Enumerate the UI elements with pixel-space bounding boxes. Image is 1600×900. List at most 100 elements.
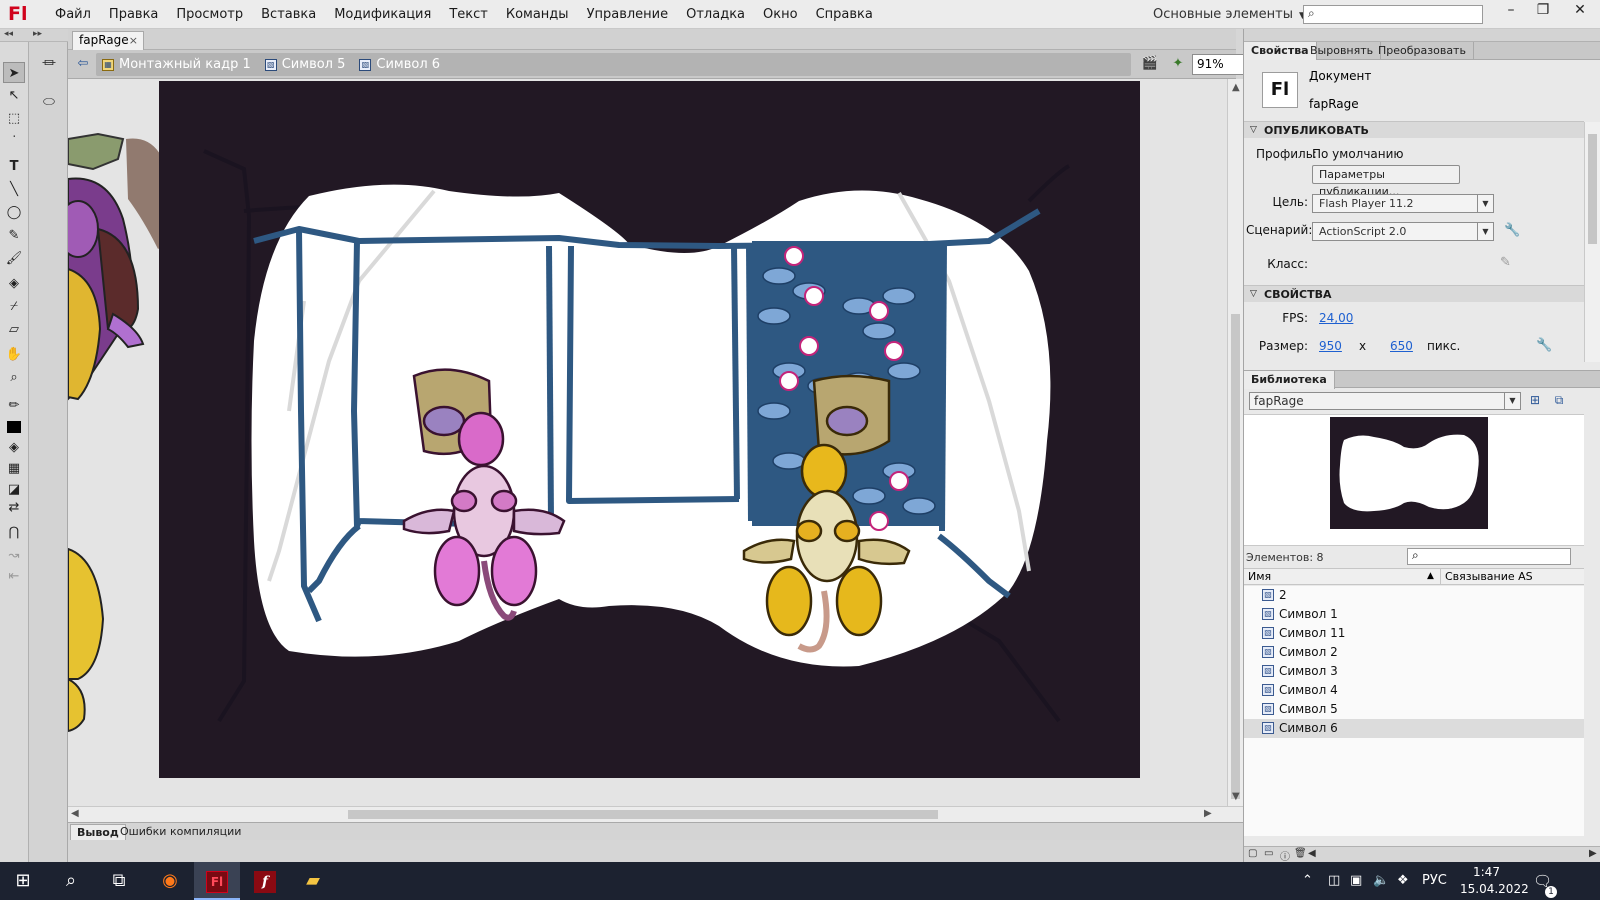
- breadcrumb-scene[interactable]: ▦ Монтажный кадр 1: [102, 57, 251, 72]
- properties-scrollbar[interactable]: [1584, 122, 1600, 362]
- file-explorer-icon[interactable]: ▰: [290, 862, 336, 900]
- stage-canvas[interactable]: [159, 81, 1140, 778]
- list-item[interactable]: ▧ 2: [1244, 586, 1584, 605]
- breadcrumb-symbol-6[interactable]: ▧ Символ 6: [359, 57, 440, 72]
- volume-icon[interactable]: 🔈: [1373, 862, 1389, 900]
- text-tool-icon[interactable]: T: [3, 156, 25, 177]
- list-item[interactable]: ▧ Символ 1: [1244, 605, 1584, 624]
- stage-vertical-scrollbar[interactable]: ▲ ▼: [1227, 79, 1243, 806]
- paint-bucket-tool-icon[interactable]: ◈: [3, 273, 25, 294]
- flash-app-icon[interactable]: Fl: [194, 862, 240, 900]
- scroll-right-icon[interactable]: ▶: [1204, 808, 1212, 819]
- fill-color-swatch[interactable]: [3, 416, 25, 437]
- swatch-grid-icon[interactable]: ▦: [3, 458, 25, 479]
- list-item[interactable]: ▧ Символ 4: [1244, 681, 1584, 700]
- oval-tool-icon[interactable]: ◯: [3, 202, 25, 223]
- new-symbol-icon[interactable]: ▢: [1248, 848, 1257, 859]
- brush-tool-icon[interactable]: 🖌: [3, 248, 25, 269]
- line-tool-icon[interactable]: ╲: [3, 179, 25, 200]
- scroll-up-icon[interactable]: ▲: [1232, 82, 1240, 93]
- properties-icon[interactable]: ⓘ: [1280, 848, 1290, 863]
- tray-overflow-icon[interactable]: ⌃: [1302, 862, 1313, 900]
- swap-colors-icon[interactable]: ⇄: [3, 497, 25, 518]
- scroll-right-icon[interactable]: ▶: [1589, 848, 1597, 859]
- column-linkage[interactable]: Связывание AS: [1440, 569, 1533, 584]
- target-select[interactable]: Flash Player 11.2 ▼: [1312, 194, 1494, 213]
- menu-modify[interactable]: Модификация: [325, 0, 440, 29]
- task-view-icon[interactable]: ⧉: [96, 862, 142, 900]
- menu-debug[interactable]: Отладка: [677, 0, 754, 29]
- help-search-input[interactable]: ⌕: [1303, 5, 1483, 24]
- scroll-thumb[interactable]: [1588, 134, 1597, 244]
- smooth-icon[interactable]: ↝: [3, 545, 25, 566]
- motion-editor-icon[interactable]: ⬭: [37, 90, 61, 114]
- tab-library[interactable]: Библиотека: [1244, 371, 1335, 389]
- library-search-input[interactable]: ⌕: [1407, 548, 1571, 565]
- list-item[interactable]: ▧ Символ 11: [1244, 624, 1584, 643]
- publish-section-header[interactable]: ▽ ОПУБЛИКОВАТЬ: [1244, 121, 1584, 138]
- snap-magnet-icon[interactable]: ⋂: [3, 522, 25, 543]
- windows-start-icon[interactable]: ⊞: [0, 862, 46, 900]
- list-item[interactable]: ▧ Символ 5: [1244, 700, 1584, 719]
- scroll-left-icon[interactable]: ◀: [71, 808, 79, 819]
- menu-file[interactable]: Файл: [46, 0, 100, 29]
- eraser-tool-icon[interactable]: ▱: [3, 319, 25, 340]
- fps-value[interactable]: 24,00: [1319, 311, 1353, 325]
- stage-horizontal-scrollbar[interactable]: ◀ ▶: [68, 806, 1243, 822]
- edit-symbols-icon[interactable]: ✦: [1167, 56, 1189, 74]
- close-tab-icon[interactable]: ×: [129, 32, 138, 49]
- delete-icon[interactable]: 🗑: [1294, 848, 1307, 859]
- edit-scene-icon[interactable]: 🎬: [1139, 56, 1161, 74]
- menu-view[interactable]: Просмотр: [167, 0, 252, 29]
- scroll-left-icon[interactable]: ◀: [1308, 848, 1316, 859]
- scroll-thumb[interactable]: [1231, 314, 1240, 799]
- firefox-icon[interactable]: ◉: [147, 862, 193, 900]
- back-arrow-icon[interactable]: ⇦: [74, 56, 92, 72]
- subselection-tool-icon[interactable]: ↖: [3, 85, 25, 106]
- size-wrench-icon[interactable]: 🔧: [1536, 338, 1552, 353]
- library-document-select[interactable]: fapRage ▼: [1249, 392, 1521, 410]
- menu-commands[interactable]: Команды: [497, 0, 578, 29]
- straighten-icon[interactable]: ⇤: [3, 566, 25, 587]
- clock-date[interactable]: 15.04.2022: [1460, 882, 1529, 896]
- scroll-thumb[interactable]: [348, 810, 938, 819]
- pin-library-icon[interactable]: ⊞: [1526, 393, 1544, 409]
- list-item[interactable]: ▧ Символ 3: [1244, 662, 1584, 681]
- menu-insert[interactable]: Вставка: [252, 0, 325, 29]
- new-library-panel-icon[interactable]: ⧉: [1550, 393, 1568, 409]
- hand-tool-icon[interactable]: ✋: [3, 344, 25, 365]
- flash-player-icon[interactable]: f: [242, 862, 288, 900]
- restore-button[interactable]: ❐: [1528, 0, 1558, 22]
- minimize-button[interactable]: –: [1496, 0, 1526, 22]
- tab-transform[interactable]: Преобразовать: [1371, 42, 1474, 60]
- menu-control[interactable]: Управление: [578, 0, 678, 29]
- wrench-icon[interactable]: 🔧: [1504, 223, 1520, 238]
- clock-time[interactable]: 1:47: [1473, 865, 1500, 879]
- menu-window[interactable]: Окно: [754, 0, 807, 29]
- menu-text[interactable]: Текст: [440, 0, 497, 29]
- list-item-selected[interactable]: ▧ Символ 6: [1244, 719, 1584, 738]
- zoom-tool-icon[interactable]: ⌕: [3, 367, 25, 388]
- workspace-switcher[interactable]: Основные элементы▼: [1153, 0, 1306, 31]
- height-value[interactable]: 650: [1390, 339, 1413, 353]
- column-name[interactable]: Имя: [1248, 569, 1271, 584]
- document-tab[interactable]: fapRage ×: [72, 31, 144, 50]
- edit-class-pencil-icon[interactable]: ✎: [1500, 255, 1511, 270]
- list-item[interactable]: ▧ Символ 2: [1244, 643, 1584, 662]
- pasteboard[interactable]: [68, 79, 1236, 806]
- scroll-down-icon[interactable]: ▼: [1232, 791, 1240, 802]
- new-folder-icon[interactable]: ▭: [1264, 848, 1273, 859]
- lasso-tool-icon[interactable]: ᐝ: [3, 131, 25, 152]
- publish-settings-button[interactable]: Параметры публикации...: [1312, 165, 1460, 198]
- tray-security-icon[interactable]: ◫: [1328, 862, 1340, 900]
- close-window-button[interactable]: ✕: [1565, 0, 1595, 22]
- panel-collapse-bar[interactable]: [1244, 29, 1600, 42]
- free-transform-tool-icon[interactable]: ⬚: [3, 108, 25, 129]
- tab-compiler-errors[interactable]: Ошибки компиляции: [114, 824, 247, 840]
- properties-section-header[interactable]: ▽ СВОЙСТВА: [1244, 285, 1584, 302]
- menu-edit[interactable]: Правка: [100, 0, 167, 29]
- menu-help[interactable]: Справка: [807, 0, 882, 29]
- dropbox-icon[interactable]: ❖: [1397, 862, 1409, 900]
- stroke-color-icon[interactable]: ✏: [3, 395, 25, 416]
- tab-align[interactable]: Выровнять: [1303, 42, 1382, 60]
